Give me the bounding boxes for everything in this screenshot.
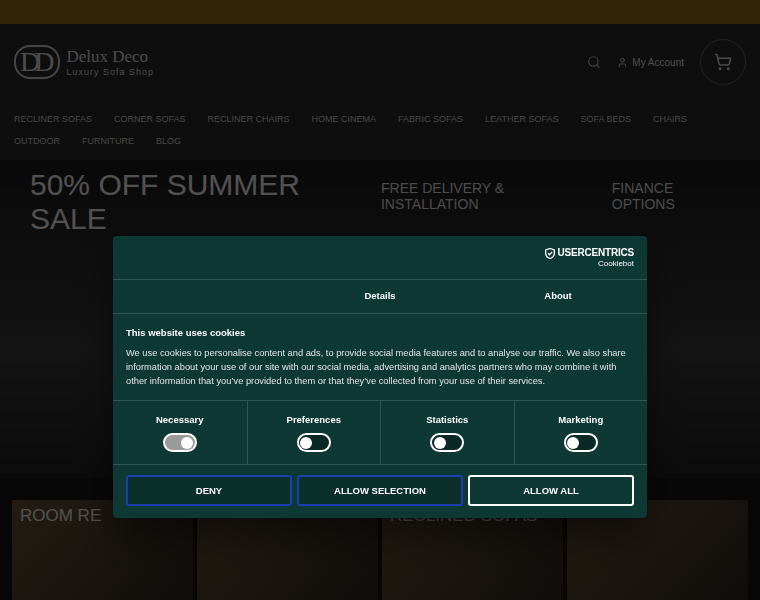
toggle-label: Preferences — [287, 414, 341, 425]
dialog-tab[interactable]: Details — [291, 280, 469, 313]
consent-button[interactable]: DENY — [126, 475, 292, 506]
toggle-switch[interactable] — [564, 433, 598, 452]
dialog-tab[interactable]: About — [469, 280, 647, 313]
cookiebot-logo: USERCENTRICS Cookiebot — [545, 248, 635, 268]
brand-sub: Cookiebot — [598, 260, 634, 268]
consent-button[interactable]: ALLOW ALL — [468, 475, 634, 506]
dialog-tabs: DetailsAbout — [113, 280, 647, 314]
toggle-switch[interactable] — [430, 433, 464, 452]
toggle-switch — [163, 433, 197, 452]
toggle-label: Marketing — [558, 414, 603, 425]
toggle-label: Necessary — [156, 414, 204, 425]
consent-toggles: Necessary Preferences Statistics Marketing — [113, 400, 647, 465]
consent-button[interactable]: ALLOW SELECTION — [297, 475, 463, 506]
shield-icon — [545, 248, 555, 259]
brand-name: USERCENTRICS — [558, 248, 635, 258]
cookie-dialog: USERCENTRICS Cookiebot DetailsAbout This we… — [113, 236, 647, 518]
toggle-label: Statistics — [426, 414, 468, 425]
dialog-title: This website uses cookies — [126, 327, 634, 338]
dialog-text: We use cookies to personalise content an… — [126, 346, 634, 388]
toggle-switch[interactable] — [297, 433, 331, 452]
